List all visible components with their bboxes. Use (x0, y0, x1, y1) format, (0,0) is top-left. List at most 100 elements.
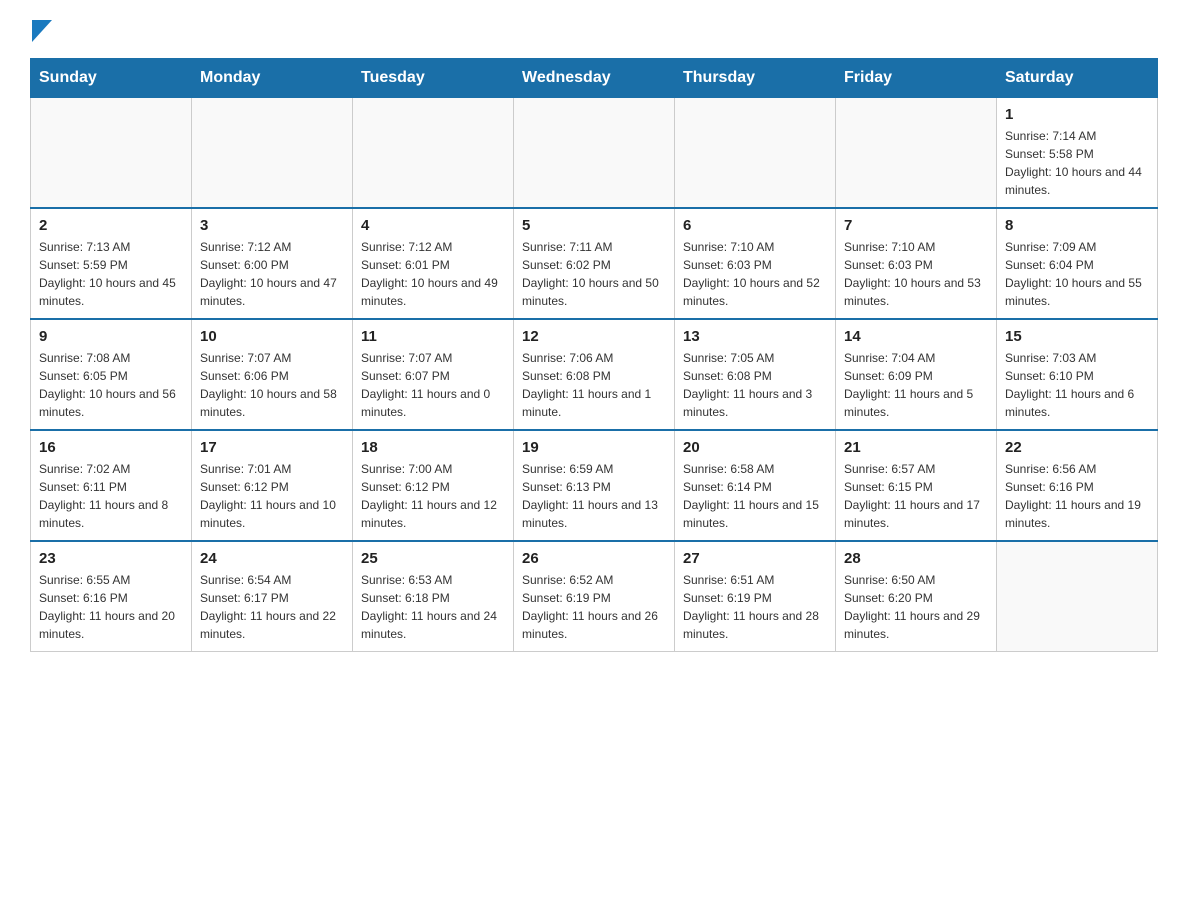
col-header-monday: Monday (192, 59, 353, 98)
calendar-cell: 16 Sunrise: 7:02 AMSunset: 6:11 PMDayligh… (31, 430, 192, 541)
calendar-cell: 8 Sunrise: 7:09 AMSunset: 6:04 PMDaylight… (997, 208, 1158, 319)
calendar-cell: 18 Sunrise: 7:00 AMSunset: 6:12 PMDayligh… (353, 430, 514, 541)
calendar-cell: 19 Sunrise: 6:59 AMSunset: 6:13 PMDayligh… (514, 430, 675, 541)
day-info: Sunrise: 7:11 AMSunset: 6:02 PMDaylight:… (522, 238, 666, 310)
col-header-thursday: Thursday (675, 59, 836, 98)
calendar-cell: 9 Sunrise: 7:08 AMSunset: 6:05 PMDaylight… (31, 319, 192, 430)
day-number: 25 (361, 550, 505, 567)
calendar-cell: 21Sunrise: 6:57 AMSunset: 6:15 PMDayligh… (836, 430, 997, 541)
calendar-week-row: 2 Sunrise: 7:13 AMSunset: 5:59 PMDaylight… (31, 208, 1158, 319)
day-info: Sunrise: 6:50 AMSunset: 6:20 PMDaylight:… (844, 571, 988, 643)
day-info: Sunrise: 6:53 AMSunset: 6:18 PMDaylight:… (361, 571, 505, 643)
calendar-cell: 27 Sunrise: 6:51 AMSunset: 6:19 PMDayligh… (675, 541, 836, 652)
calendar-cell: 14 Sunrise: 7:04 AMSunset: 6:09 PMDayligh… (836, 319, 997, 430)
calendar-cell: 17 Sunrise: 7:01 AMSunset: 6:12 PMDayligh… (192, 430, 353, 541)
calendar-cell: 24 Sunrise: 6:54 AMSunset: 6:17 PMDayligh… (192, 541, 353, 652)
day-info: Sunrise: 7:10 AMSunset: 6:03 PMDaylight:… (844, 238, 988, 310)
day-info: Sunrise: 7:08 AMSunset: 6:05 PMDaylight:… (39, 349, 183, 421)
day-info: Sunrise: 7:02 AMSunset: 6:11 PMDaylight:… (39, 460, 183, 532)
calendar-cell: 28 Sunrise: 6:50 AMSunset: 6:20 PMDayligh… (836, 541, 997, 652)
calendar-cell: 26 Sunrise: 6:52 AMSunset: 6:19 PMDayligh… (514, 541, 675, 652)
day-number: 14 (844, 328, 988, 345)
day-number: 20 (683, 439, 827, 456)
day-info: Sunrise: 6:57 AMSunset: 6:15 PMDaylight:… (844, 460, 988, 532)
calendar-cell (514, 98, 675, 209)
col-header-sunday: Sunday (31, 59, 192, 98)
calendar-cell: 4 Sunrise: 7:12 AMSunset: 6:01 PMDaylight… (353, 208, 514, 319)
calendar-week-row: 1 Sunrise: 7:14 AMSunset: 5:58 PMDaylight… (31, 98, 1158, 209)
day-info: Sunrise: 7:03 AMSunset: 6:10 PMDaylight:… (1005, 349, 1149, 421)
day-number: 5 (522, 217, 666, 234)
calendar-week-row: 23 Sunrise: 6:55 AMSunset: 6:16 PMDayligh… (31, 541, 1158, 652)
calendar-cell: 5 Sunrise: 7:11 AMSunset: 6:02 PMDaylight… (514, 208, 675, 319)
logo (30, 20, 52, 38)
day-number: 23 (39, 550, 183, 567)
calendar-cell: 22Sunrise: 6:56 AMSunset: 6:16 PMDayligh… (997, 430, 1158, 541)
calendar-cell: 25 Sunrise: 6:53 AMSunset: 6:18 PMDayligh… (353, 541, 514, 652)
day-info: Sunrise: 6:56 AMSunset: 6:16 PMDaylight:… (1005, 460, 1149, 532)
page-header (30, 20, 1158, 38)
day-number: 8 (1005, 217, 1149, 234)
day-number: 6 (683, 217, 827, 234)
day-info: Sunrise: 7:09 AMSunset: 6:04 PMDaylight:… (1005, 238, 1149, 310)
calendar-header-row: SundayMondayTuesdayWednesdayThursdayFrid… (31, 59, 1158, 98)
calendar-cell (31, 98, 192, 209)
logo-triangle-icon (32, 20, 52, 42)
day-info: Sunrise: 7:14 AMSunset: 5:58 PMDaylight:… (1005, 127, 1149, 199)
day-info: Sunrise: 6:54 AMSunset: 6:17 PMDaylight:… (200, 571, 344, 643)
col-header-saturday: Saturday (997, 59, 1158, 98)
day-info: Sunrise: 7:12 AMSunset: 6:00 PMDaylight:… (200, 238, 344, 310)
day-number: 17 (200, 439, 344, 456)
calendar-cell (192, 98, 353, 209)
day-number: 2 (39, 217, 183, 234)
day-info: Sunrise: 7:07 AMSunset: 6:06 PMDaylight:… (200, 349, 344, 421)
day-number: 12 (522, 328, 666, 345)
day-info: Sunrise: 7:13 AMSunset: 5:59 PMDaylight:… (39, 238, 183, 310)
day-info: Sunrise: 7:12 AMSunset: 6:01 PMDaylight:… (361, 238, 505, 310)
calendar-cell: 15 Sunrise: 7:03 AMSunset: 6:10 PMDayligh… (997, 319, 1158, 430)
day-number: 11 (361, 328, 505, 345)
day-number: 3 (200, 217, 344, 234)
day-info: Sunrise: 6:55 AMSunset: 6:16 PMDaylight:… (39, 571, 183, 643)
day-number: 15 (1005, 328, 1149, 345)
day-number: 13 (683, 328, 827, 345)
day-info: Sunrise: 6:58 AMSunset: 6:14 PMDaylight:… (683, 460, 827, 532)
calendar-cell: 6 Sunrise: 7:10 AMSunset: 6:03 PMDaylight… (675, 208, 836, 319)
day-info: Sunrise: 6:59 AMSunset: 6:13 PMDaylight:… (522, 460, 666, 532)
calendar-cell: 2 Sunrise: 7:13 AMSunset: 5:59 PMDaylight… (31, 208, 192, 319)
day-info: Sunrise: 7:10 AMSunset: 6:03 PMDaylight:… (683, 238, 827, 310)
col-header-friday: Friday (836, 59, 997, 98)
calendar-cell (836, 98, 997, 209)
calendar-cell: 20 Sunrise: 6:58 AMSunset: 6:14 PMDayligh… (675, 430, 836, 541)
calendar-cell: 23 Sunrise: 6:55 AMSunset: 6:16 PMDayligh… (31, 541, 192, 652)
day-info: Sunrise: 7:06 AMSunset: 6:08 PMDaylight:… (522, 349, 666, 421)
calendar-cell: 7 Sunrise: 7:10 AMSunset: 6:03 PMDaylight… (836, 208, 997, 319)
day-number: 24 (200, 550, 344, 567)
day-info: Sunrise: 6:51 AMSunset: 6:19 PMDaylight:… (683, 571, 827, 643)
calendar-cell: 12 Sunrise: 7:06 AMSunset: 6:08 PMDayligh… (514, 319, 675, 430)
day-info: Sunrise: 6:52 AMSunset: 6:19 PMDaylight:… (522, 571, 666, 643)
calendar-cell: 10 Sunrise: 7:07 AMSunset: 6:06 PMDayligh… (192, 319, 353, 430)
day-info: Sunrise: 7:00 AMSunset: 6:12 PMDaylight:… (361, 460, 505, 532)
calendar-cell (997, 541, 1158, 652)
day-number: 28 (844, 550, 988, 567)
day-number: 19 (522, 439, 666, 456)
calendar-cell: 11 Sunrise: 7:07 AMSunset: 6:07 PMDayligh… (353, 319, 514, 430)
day-info: Sunrise: 7:07 AMSunset: 6:07 PMDaylight:… (361, 349, 505, 421)
day-number: 1 (1005, 106, 1149, 123)
day-info: Sunrise: 7:05 AMSunset: 6:08 PMDaylight:… (683, 349, 827, 421)
col-header-tuesday: Tuesday (353, 59, 514, 98)
calendar-cell (353, 98, 514, 209)
col-header-wednesday: Wednesday (514, 59, 675, 98)
day-number: 27 (683, 550, 827, 567)
day-number: 18 (361, 439, 505, 456)
day-number: 16 (39, 439, 183, 456)
day-number: 26 (522, 550, 666, 567)
day-info: Sunrise: 7:01 AMSunset: 6:12 PMDaylight:… (200, 460, 344, 532)
day-number: 7 (844, 217, 988, 234)
day-number: 10 (200, 328, 344, 345)
day-number: 4 (361, 217, 505, 234)
day-number: 9 (39, 328, 183, 345)
day-info: Sunrise: 7:04 AMSunset: 6:09 PMDaylight:… (844, 349, 988, 421)
calendar-cell: 13 Sunrise: 7:05 AMSunset: 6:08 PMDayligh… (675, 319, 836, 430)
